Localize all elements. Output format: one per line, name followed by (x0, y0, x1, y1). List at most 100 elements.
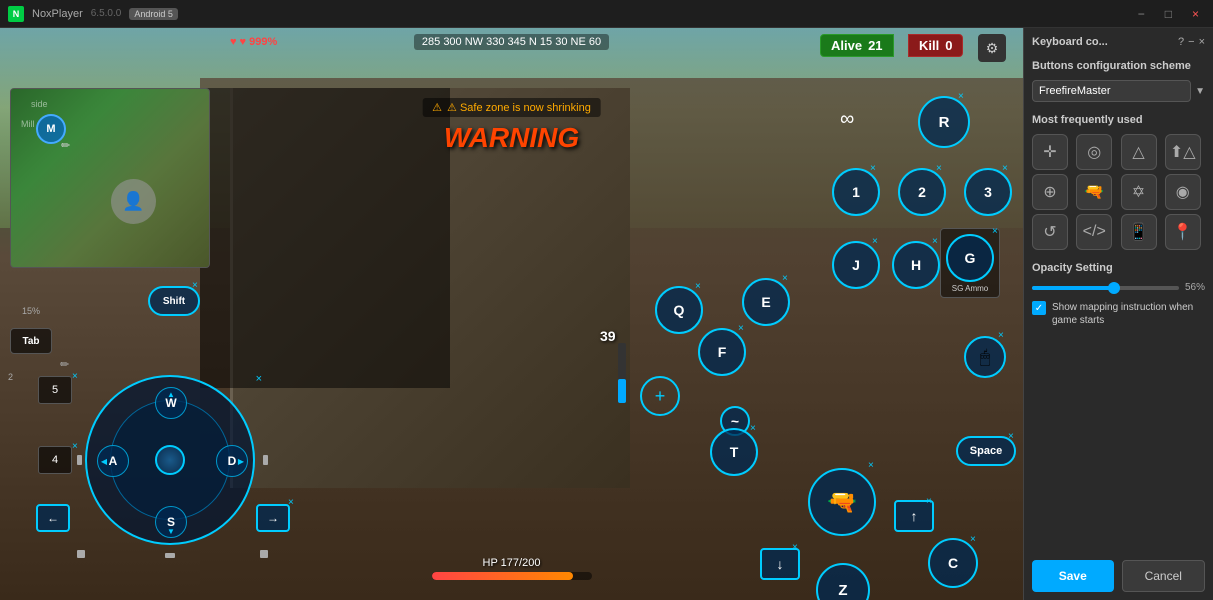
key-2[interactable]: 2 (898, 168, 946, 216)
shift-key-close[interactable]: × (192, 280, 198, 291)
minimap-label-side: side (31, 99, 48, 109)
space-key-close[interactable]: × (1008, 431, 1014, 442)
icon-star[interactable]: ✡ (1121, 174, 1157, 210)
zone-notice: ⚠ ⚠ Safe zone is now shrinking (422, 98, 601, 117)
minimap-edit-icon[interactable]: ✏ (61, 139, 70, 152)
icon-gun[interactable]: 🔫 (1076, 174, 1112, 210)
down-arrow-close[interactable]: × (792, 542, 798, 553)
j-key[interactable]: J (832, 241, 880, 289)
icon-eye[interactable]: ◉ (1165, 174, 1201, 210)
e-key[interactable]: E (742, 278, 790, 326)
opacity-slider[interactable] (1032, 286, 1179, 290)
num5-close[interactable]: × (72, 371, 78, 382)
g-key-slot: G SG Ammo (940, 228, 1000, 298)
show-mapping-checkbox[interactable]: ✓ (1032, 301, 1046, 315)
opacity-thumb[interactable] (1108, 282, 1120, 294)
s-arrow: ▼ (157, 526, 185, 536)
icon-crosshair[interactable]: ⊕ (1032, 174, 1068, 210)
warning-text: WARNING (422, 122, 601, 154)
num4-close[interactable]: × (72, 441, 78, 452)
hp-bar-bg (432, 572, 592, 580)
key-1-close[interactable]: × (870, 163, 876, 174)
t-key[interactable]: T (710, 428, 758, 476)
key-1[interactable]: 1 (832, 168, 880, 216)
icon-code[interactable]: </> (1076, 214, 1112, 250)
scheme-select[interactable]: FreefireMaster (1032, 80, 1191, 102)
dpad-resize-corner-bl[interactable] (77, 550, 85, 558)
g-key[interactable]: G (946, 234, 994, 282)
wasd-dpad: W S A D ▲ ▼ ◀ ▶ × (85, 375, 260, 550)
h-key-close[interactable]: × (932, 236, 938, 247)
num-4-key[interactable]: 4 (38, 446, 72, 474)
key-3[interactable]: 3 (964, 168, 1012, 216)
minimap: side Mill M ✏ 👤 (10, 88, 210, 268)
coordinates-display: 285 300 NW 330 345 N 15 30 NE 60 (414, 34, 609, 50)
key-2-close[interactable]: × (936, 163, 942, 174)
crosshair (640, 376, 680, 416)
panel-minimize-btn[interactable]: − (1188, 36, 1194, 48)
scheme-row: FreefireMaster ▼ (1032, 80, 1205, 102)
j-key-close[interactable]: × (872, 236, 878, 247)
alive-count: 21 (868, 38, 882, 53)
icon-loop[interactable]: ↺ (1032, 214, 1068, 250)
icon-view[interactable]: ◎ (1076, 134, 1112, 170)
tab-key[interactable]: Tab (10, 328, 52, 354)
hp-bar-container: HP 177/200 (432, 557, 592, 580)
icon-location[interactable]: 📍 (1165, 214, 1201, 250)
cancel-button[interactable]: Cancel (1122, 560, 1206, 592)
dpad-resize-left[interactable] (77, 455, 82, 465)
mouse-icon[interactable]: 🖱 (964, 336, 1006, 378)
icon-attack[interactable]: △ (1121, 134, 1157, 170)
r-key-close[interactable]: × (958, 91, 964, 102)
settings-button[interactable]: ⚙ (978, 34, 1006, 62)
e-key-close[interactable]: × (782, 273, 788, 284)
right-arrow-close[interactable]: × (288, 497, 294, 508)
dpad-close[interactable]: × (256, 373, 262, 385)
game-area[interactable]: 285 300 NW 330 345 N 15 30 NE 60 ♥ ♥ 999… (0, 28, 1023, 600)
health-value: ♥ 999% (240, 36, 278, 48)
c-key-close[interactable]: × (970, 534, 976, 545)
tab-edit-icon[interactable]: ✏ (60, 358, 69, 371)
q-key[interactable]: Q (655, 286, 703, 334)
minimize-button[interactable]: − (1132, 7, 1151, 21)
right-arrow-key[interactable]: → (256, 504, 290, 532)
space-key[interactable]: Space (956, 436, 1016, 466)
key-3-close[interactable]: × (1002, 163, 1008, 174)
icon-move[interactable]: ✛ (1032, 134, 1068, 170)
opacity-row: 56% (1032, 282, 1205, 293)
c-key[interactable]: C (928, 538, 978, 588)
f-key[interactable]: F (698, 328, 746, 376)
w-arrow: ▲ (157, 389, 185, 399)
weapon-icon[interactable]: 🔫 (808, 468, 876, 536)
dpad-resize-corner-br[interactable] (260, 550, 268, 558)
r-key[interactable]: R (918, 96, 970, 148)
mouse-icon-close[interactable]: × (998, 330, 1004, 341)
opacity-pct: 56% (1185, 282, 1205, 293)
alive-box: Alive 21 (820, 34, 894, 57)
hp-text: HP 177/200 (483, 557, 541, 569)
dpad-center (155, 445, 185, 475)
h-key[interactable]: H (892, 241, 940, 289)
q-key-close[interactable]: × (695, 281, 701, 292)
left-arrow-key[interactable]: ← (36, 504, 70, 532)
t-key-close[interactable]: × (750, 423, 756, 434)
panel-help-btn[interactable]: ? (1178, 36, 1184, 48)
dpad-resize-bottom[interactable] (165, 553, 175, 558)
save-button[interactable]: Save (1032, 560, 1114, 592)
icon-mobile[interactable]: 📱 (1121, 214, 1157, 250)
hp-bar-fill (432, 572, 574, 580)
f-key-close[interactable]: × (738, 323, 744, 334)
close-button[interactable]: × (1186, 7, 1205, 21)
g-key-close[interactable]: × (992, 226, 998, 237)
panel-title: Keyboard co... (1032, 36, 1108, 48)
maximize-button[interactable]: □ (1159, 7, 1178, 21)
app-version: 6.5.0.0 (91, 8, 122, 19)
panel-close-btn[interactable]: × (1199, 36, 1205, 48)
dpad-resize-right[interactable] (263, 455, 268, 465)
weapon-icon-close[interactable]: × (868, 460, 874, 471)
num-5-key[interactable]: 5 (38, 376, 72, 404)
alive-label: Alive (831, 38, 862, 53)
icon-aim[interactable]: ⬆△ (1165, 134, 1201, 170)
up-arrow-close[interactable]: × (926, 496, 932, 507)
scheme-dropdown-icon: ▼ (1195, 86, 1205, 97)
